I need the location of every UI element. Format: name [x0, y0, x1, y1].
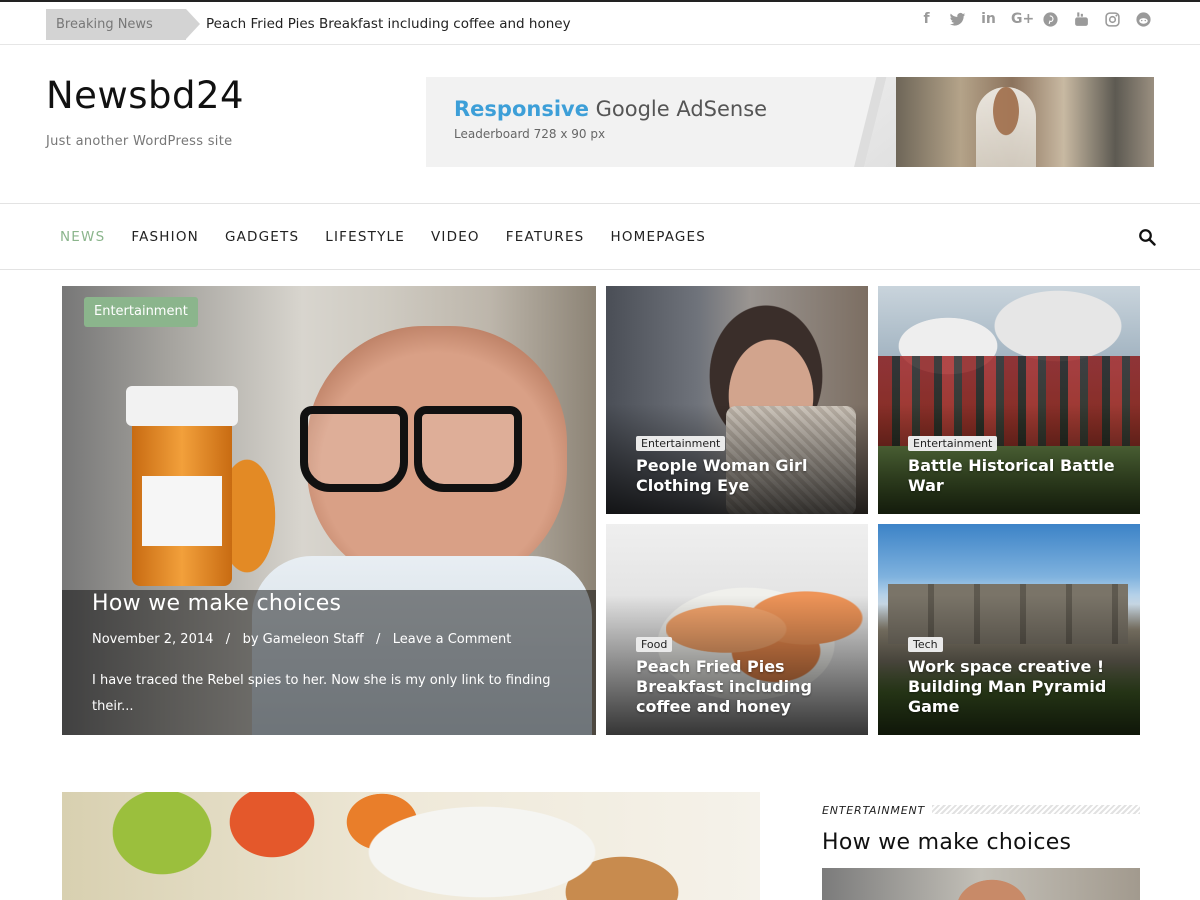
facebook-icon[interactable]: f [918, 11, 935, 28]
nav-item-homepages[interactable]: HOMEPAGES [610, 229, 706, 245]
google-plus-icon[interactable]: G+ [1011, 11, 1034, 28]
card-text: Entertainment People Woman Girl Clothing… [636, 432, 807, 496]
site-tagline: Just another WordPress site [46, 134, 233, 149]
nav-item-gadgets[interactable]: GADGETS [225, 229, 299, 245]
card-text: Food Peach Fried Pies Breakfast includin… [636, 633, 812, 717]
category-badge[interactable]: Entertainment [908, 436, 998, 451]
grid-post-card[interactable]: Entertainment Battle Historical Battle W… [878, 286, 1140, 514]
main-navigation: NEWS FASHION GADGETS LIFESTYLE VIDEO FEA… [0, 203, 1200, 270]
nav-item-fashion[interactable]: FASHION [131, 229, 199, 245]
featured-post-card[interactable]: Entertainment How we make choices Novemb… [62, 286, 596, 735]
post-title-line: Battle Historical Battle [908, 456, 1115, 475]
post-title[interactable]: Battle Historical Battle War [908, 456, 1115, 496]
site-logo[interactable]: Newsbd24 [46, 74, 244, 117]
featured-title[interactable]: How we make choices [92, 591, 341, 616]
sidebar-post-thumbnail[interactable] [822, 868, 1140, 900]
featured-comment-link[interactable]: Leave a Comment [393, 632, 512, 647]
featured-date: November 2, 2014 [92, 632, 214, 647]
twitter-icon[interactable] [949, 11, 966, 28]
ad-title-highlight: Responsive [454, 97, 589, 121]
ad-title-rest: Google AdSense [588, 97, 768, 121]
post-title-line: Work space creative ! [908, 657, 1105, 676]
sidebar-divider [932, 805, 1140, 814]
post-thumbnail-breakfast[interactable] [62, 792, 760, 900]
meta-separator: / [225, 632, 231, 647]
top-bar: Breaking News Peach Fried Pies Breakfast… [0, 0, 1200, 45]
grid-post-card[interactable]: Tech Work space creative ! Building Man … [878, 524, 1140, 735]
breaking-news-headline[interactable]: Peach Fried Pies Breakfast including cof… [206, 9, 571, 40]
post-title-line: Peach Fried Pies [636, 657, 785, 676]
post-title[interactable]: People Woman Girl Clothing Eye [636, 456, 807, 496]
featured-meta: November 2, 2014 / by Gameleon Staff / L… [92, 632, 511, 647]
post-title[interactable]: Peach Fried Pies Breakfast including cof… [636, 657, 812, 717]
sidebar-category-label[interactable]: ENTERTAINMENT [822, 804, 925, 817]
adsense-banner[interactable]: Responsive Google AdSense Leaderboard 72… [426, 77, 1154, 167]
post-title[interactable]: Work space creative ! Building Man Pyram… [908, 657, 1106, 717]
post-title-line: Building Man Pyramid [908, 677, 1107, 696]
post-title-line: Clothing Eye [636, 476, 750, 495]
post-title-line: Game [908, 697, 960, 716]
featured-image-glasses [300, 406, 522, 492]
category-badge[interactable]: Entertainment [636, 436, 726, 451]
grid-post-card[interactable]: Food Peach Fried Pies Breakfast includin… [606, 524, 868, 735]
featured-category-badge[interactable]: Entertainment [84, 297, 198, 327]
post-title-line: War [908, 476, 944, 495]
post-title-line: coffee and honey [636, 697, 791, 716]
breaking-news-label: Breaking News [46, 9, 200, 40]
nav-item-lifestyle[interactable]: LIFESTYLE [325, 229, 405, 245]
search-icon[interactable] [1138, 228, 1156, 246]
nav-menu: NEWS FASHION GADGETS LIFESTYLE VIDEO FEA… [60, 204, 732, 269]
linkedin-icon[interactable]: in [980, 11, 997, 28]
featured-image-bottle [126, 386, 238, 586]
meta-separator: / [376, 632, 381, 647]
pinterest-icon[interactable] [1042, 11, 1059, 28]
ad-photo [896, 77, 1154, 167]
instagram-icon[interactable] [1104, 11, 1121, 28]
featured-author[interactable]: by Gameleon Staff [243, 632, 364, 647]
card-text: Tech Work space creative ! Building Man … [908, 633, 1106, 717]
grid-post-card[interactable]: Entertainment People Woman Girl Clothing… [606, 286, 868, 514]
post-title-line: People Woman Girl [636, 456, 808, 475]
category-badge[interactable]: Food [636, 637, 673, 652]
card-text: Entertainment Battle Historical Battle W… [908, 432, 1115, 496]
category-badge[interactable]: Tech [908, 637, 943, 652]
nav-item-video[interactable]: VIDEO [431, 229, 480, 245]
social-links: f in G+ [918, 11, 1152, 28]
post-title-line: Breakfast including [636, 677, 812, 696]
youtube-icon[interactable] [1073, 11, 1090, 28]
nav-item-features[interactable]: FEATURES [506, 229, 585, 245]
ad-subtitle: Leaderboard 728 x 90 px [454, 127, 606, 141]
ad-title: Responsive Google AdSense [454, 97, 767, 121]
nav-item-news[interactable]: NEWS [60, 229, 105, 245]
reddit-icon[interactable] [1135, 11, 1152, 28]
sidebar-post-title[interactable]: How we make choices [822, 830, 1071, 855]
featured-excerpt: I have traced the Rebel spies to her. No… [92, 673, 551, 714]
